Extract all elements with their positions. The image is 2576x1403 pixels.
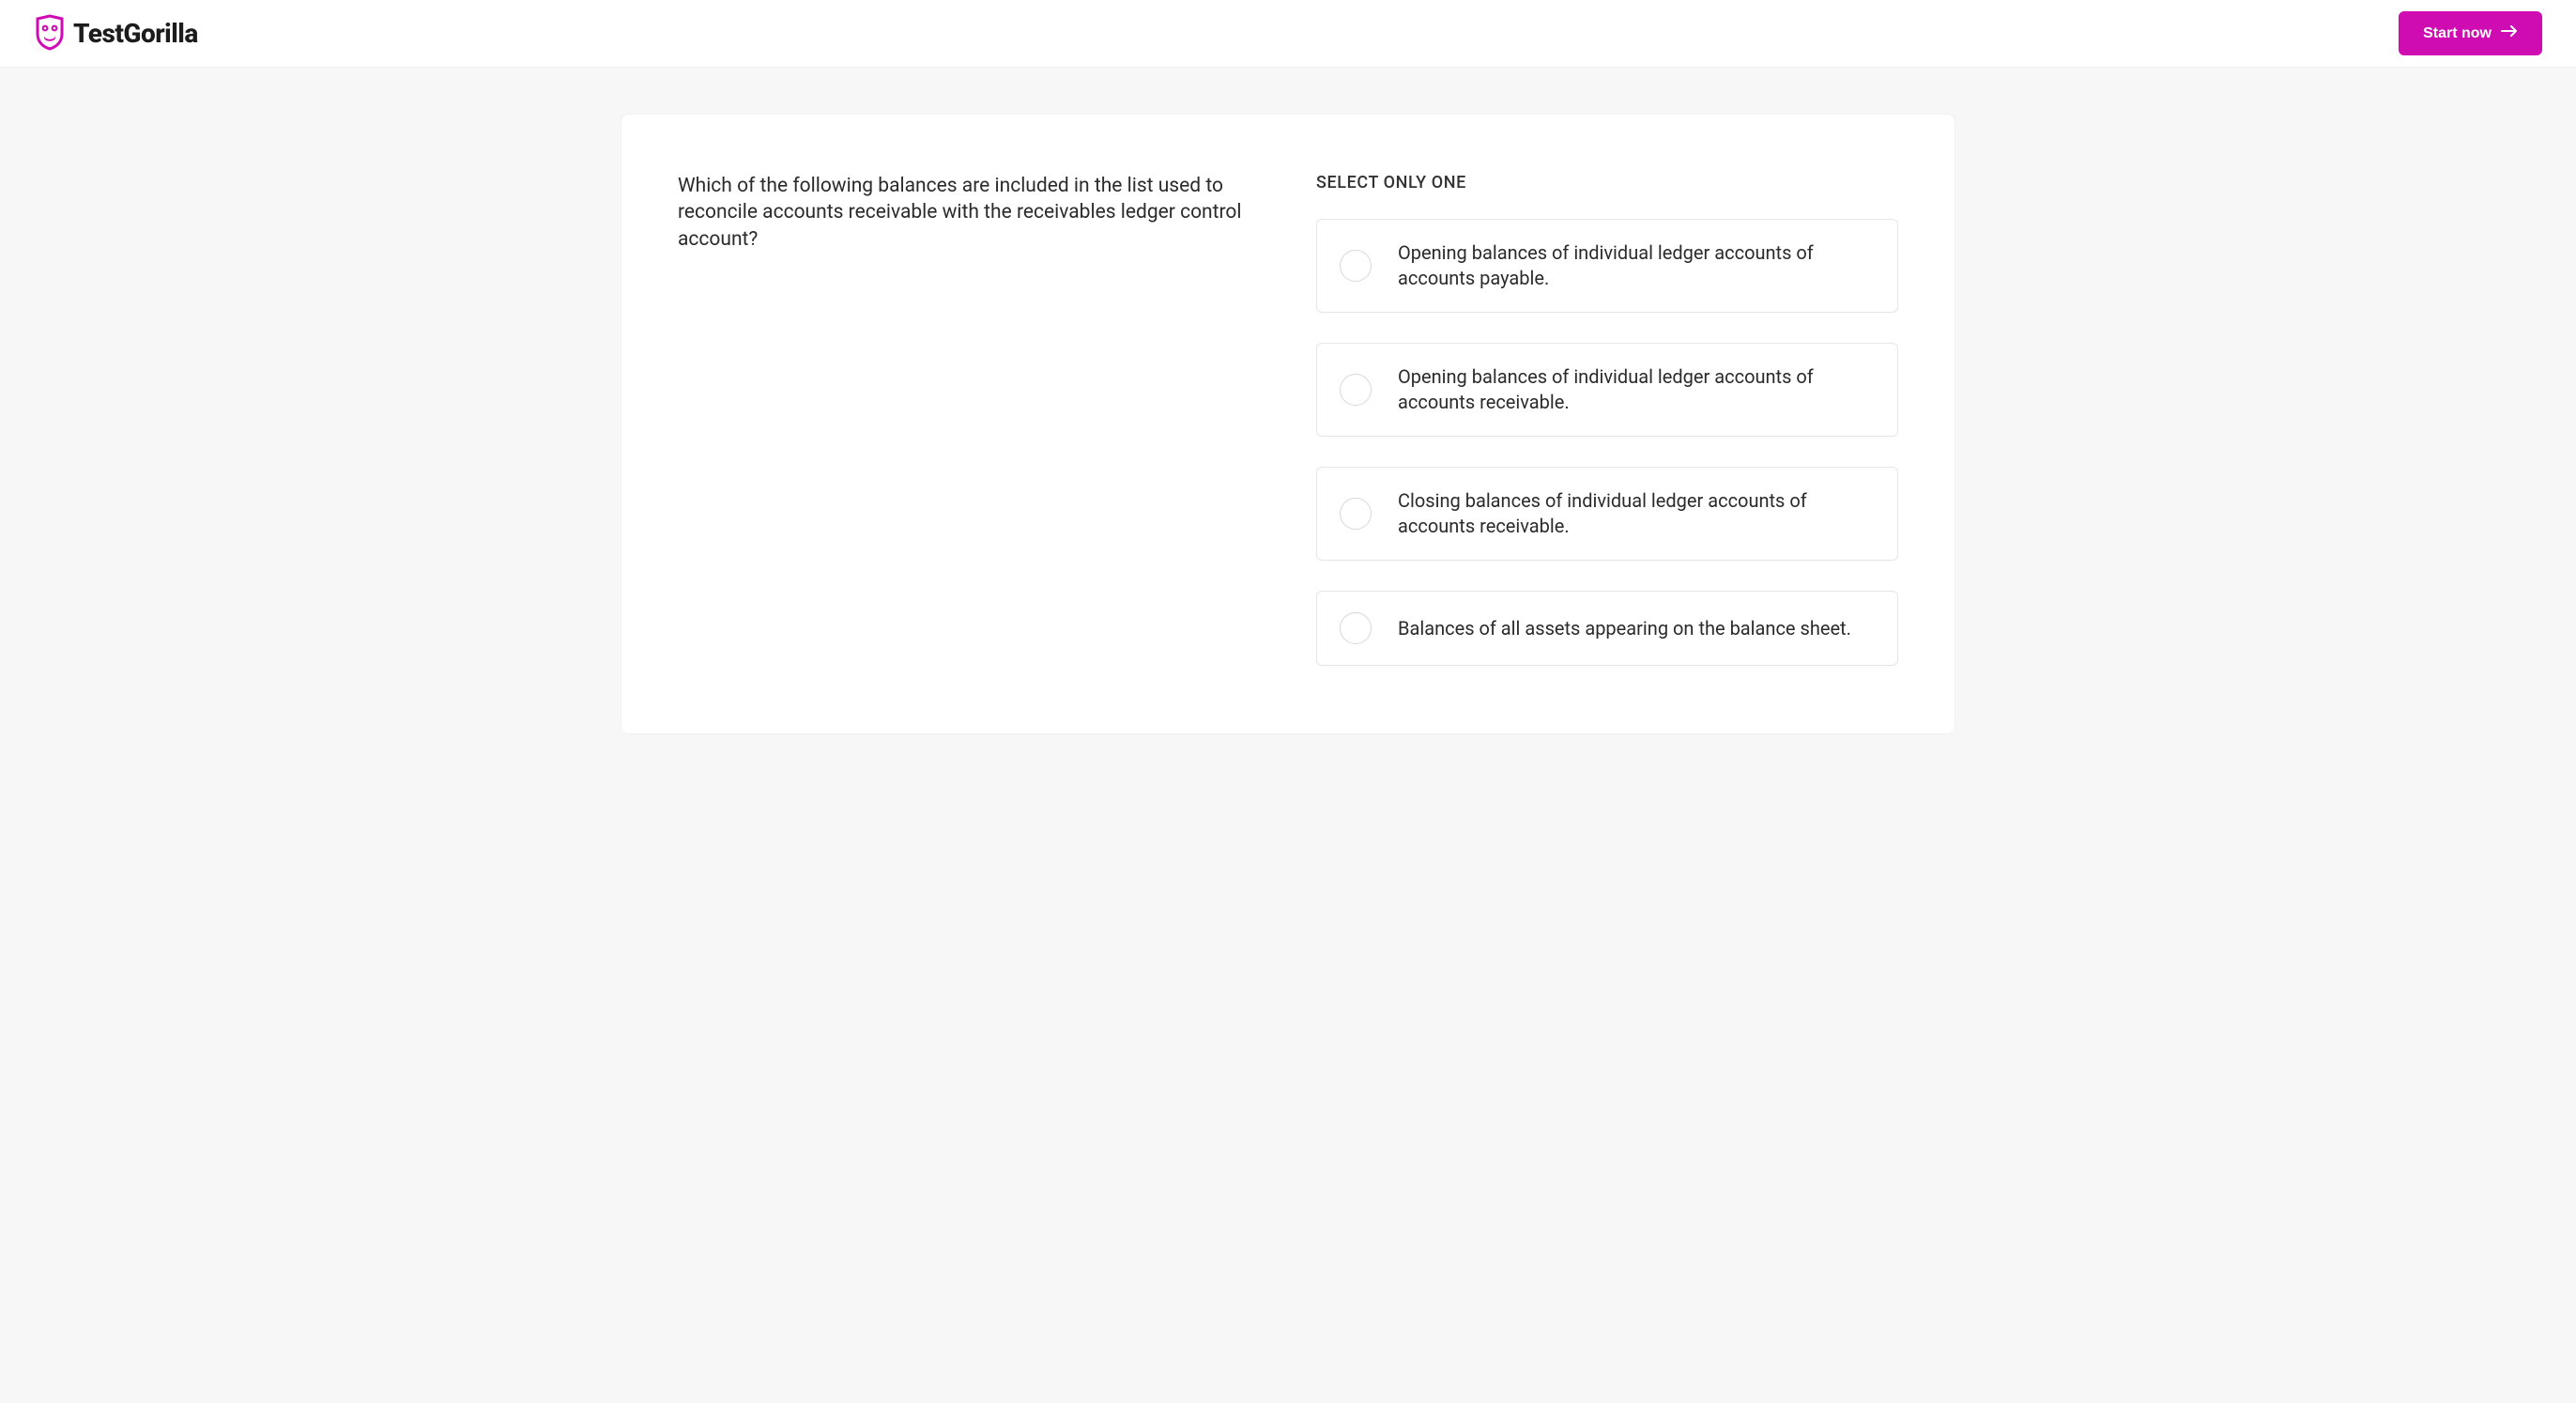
brand-logo[interactable]: TestGorilla: [34, 13, 198, 54]
answer-option-1[interactable]: Opening balances of individual ledger ac…: [1316, 219, 1898, 313]
question-text: Which of the following balances are incl…: [678, 173, 1260, 253]
answer-option-label: Opening balances of individual ledger ac…: [1398, 364, 1875, 415]
radio-icon: [1340, 498, 1372, 530]
answer-option-4[interactable]: Balances of all assets appearing on the …: [1316, 591, 1898, 666]
answer-option-label: Opening balances of individual ledger ac…: [1398, 240, 1875, 291]
answers-column: SELECT ONLY ONE Opening balances of indi…: [1316, 173, 1898, 666]
answer-option-2[interactable]: Opening balances of individual ledger ac…: [1316, 343, 1898, 437]
site-header: TestGorilla Start now: [0, 0, 2576, 68]
question-column: Which of the following balances are incl…: [678, 173, 1260, 666]
radio-icon: [1340, 612, 1372, 644]
answers-instruction: SELECT ONLY ONE: [1316, 173, 1898, 193]
radio-icon: [1340, 250, 1372, 282]
gorilla-icon: [34, 13, 66, 54]
question-card: Which of the following balances are incl…: [621, 115, 1955, 733]
page-body: Which of the following balances are incl…: [0, 68, 2576, 1403]
start-now-button[interactable]: Start now: [2399, 11, 2542, 55]
answer-option-label: Balances of all assets appearing on the …: [1398, 616, 1851, 641]
radio-icon: [1340, 374, 1372, 406]
arrow-right-icon: [2501, 24, 2518, 42]
start-now-label: Start now: [2423, 25, 2492, 42]
answer-option-3[interactable]: Closing balances of individual ledger ac…: [1316, 467, 1898, 561]
brand-name: TestGorilla: [73, 18, 198, 49]
answer-option-label: Closing balances of individual ledger ac…: [1398, 488, 1875, 539]
